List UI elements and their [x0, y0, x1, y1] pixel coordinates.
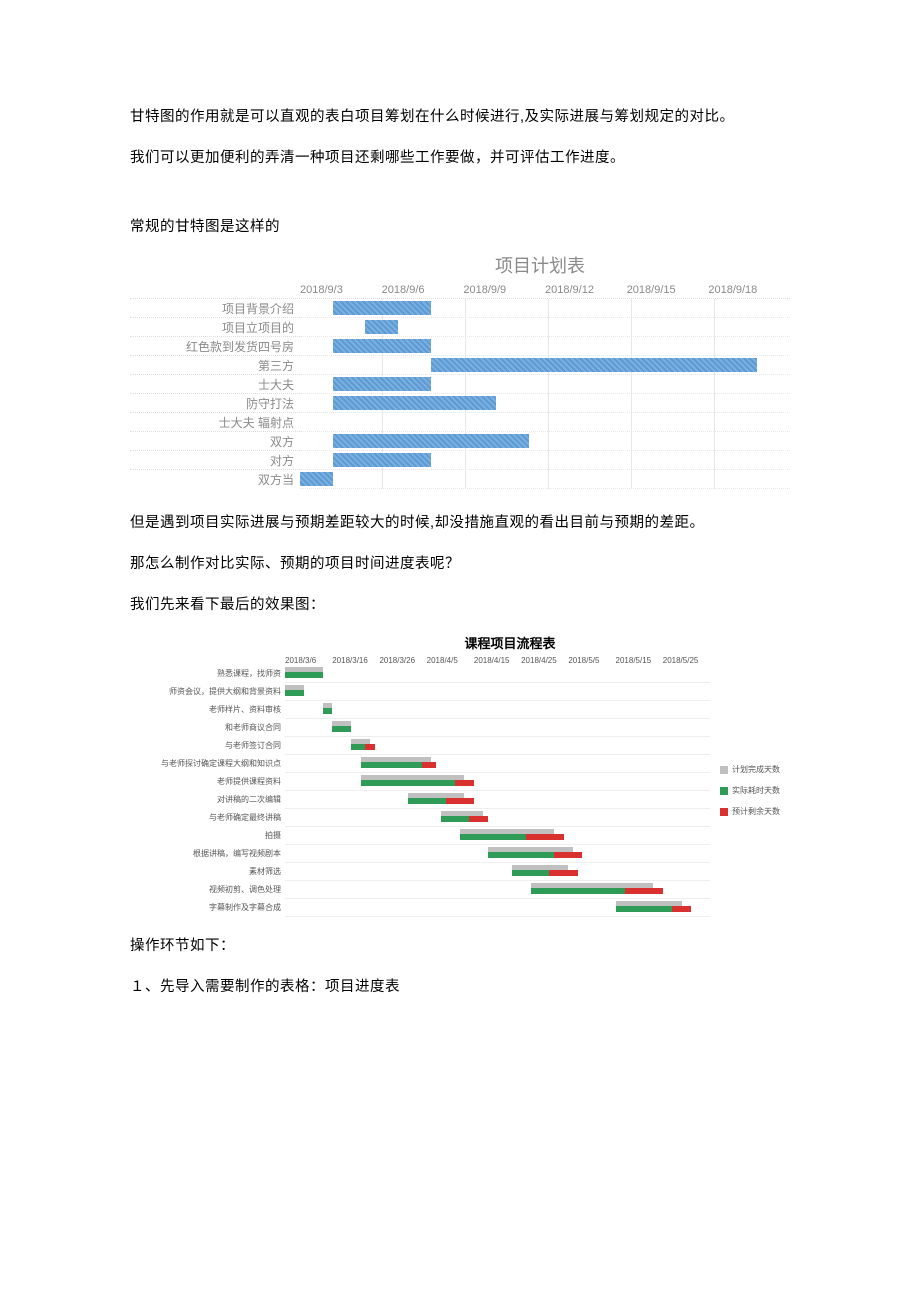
chart2-bar-remain [365, 744, 374, 750]
chart1-category-label: 项目背景介绍 [130, 300, 300, 317]
chart2-bar-actual [323, 708, 332, 714]
chart1-bar [300, 472, 333, 486]
chart2-bar-remain [455, 780, 474, 786]
chart1-bar [333, 396, 496, 410]
gantt-chart-1: 项目计划表 2018/9/32018/9/62018/9/92018/9/122… [130, 252, 790, 488]
chart2-title: 课程项目流程表 [230, 633, 790, 652]
chart2-bar-actual [285, 690, 304, 696]
chart1-x-axis: 2018/9/32018/9/62018/9/92018/9/122018/9/… [300, 284, 790, 296]
chart1-category-label: 第三方 [130, 357, 300, 374]
chart2-legend: 计划完成天数 实际耗时天数 预计剩余天数 [710, 665, 790, 917]
chart2-category-label: 老师提供课程资料 [130, 776, 285, 787]
chart2-bar-actual [285, 672, 323, 678]
chart2-category-label: 师资会议，提供大纲和背景资料 [130, 686, 285, 697]
paragraph-7: 操作环节如下： [130, 929, 790, 964]
chart2-bar-actual [531, 888, 625, 894]
chart1-category-label: 项目立项目的 [130, 319, 300, 336]
chart2-bar-actual [488, 852, 554, 858]
chart2-category-label: 素材筛选 [130, 866, 285, 877]
chart2-bar-actual [408, 798, 446, 804]
chart1-rows: 项目背景介绍项目立项目的红色款到发货四号房第三方士大夫防守打法士大夫 辐射点双方… [130, 298, 790, 488]
chart2-category-label: 老师样片、资料审核 [130, 704, 285, 715]
chart1-category-label: 双方 [130, 433, 300, 450]
paragraph-3: 常规的甘特图是这样的 [130, 210, 790, 245]
chart2-category-label: 根据讲稿，编写视频剧本 [130, 848, 285, 859]
paragraph-6: 我们先来看下最后的效果图： [130, 588, 790, 623]
chart2-category-label: 与老师签订合同 [130, 740, 285, 751]
chart2-bar-actual [361, 762, 422, 768]
chart2-bar-remain [526, 834, 564, 840]
chart1-title: 项目计划表 [290, 252, 790, 278]
chart2-category-label: 和老师商议合同 [130, 722, 285, 733]
chart2-bar-remain [672, 906, 691, 912]
chart2-category-label: 字幕制作及字幕合成 [130, 902, 285, 913]
paragraph-4: 但是遇到项目实际进展与预期差距较大的时候,却没措施直观的看出目前与预期的差距。 [130, 506, 790, 541]
chart1-bar [333, 301, 431, 315]
legend-actual: 实际耗时天数 [720, 785, 790, 796]
chart1-category-label: 对方 [130, 452, 300, 469]
chart2-bar-actual [512, 870, 550, 876]
chart2-bar-actual [460, 834, 526, 840]
chart2-category-label: 熟悉课程，找师资 [130, 668, 285, 679]
chart1-bar [333, 377, 431, 391]
paragraph-2: 我们可以更加便利的弄清一种项目还剩哪些工作要做，并可评估工作进度。 [130, 141, 790, 176]
chart1-bar [333, 434, 529, 448]
chart2-bar-remain [549, 870, 577, 876]
chart1-category-label: 士大夫 [130, 376, 300, 393]
paragraph-1: 甘特图的作用就是可以直观的表白项目筹划在什么时候进行,及实际进展与筹划规定的对比… [130, 100, 790, 135]
paragraph-5: 那怎么制作对比实际、预期的项目时间进度表呢？ [130, 547, 790, 582]
gantt-chart-2: 课程项目流程表 2018/3/62018/3/162018/3/262018/4… [130, 633, 790, 917]
legend-remain: 预计剩余天数 [720, 806, 790, 817]
chart2-bar-actual [616, 906, 673, 912]
chart2-category-label: 拍摄 [130, 830, 285, 841]
chart2-bar-actual [332, 726, 351, 732]
legend-plan: 计划完成天数 [720, 764, 790, 775]
chart2-bar-remain [422, 762, 436, 768]
chart1-bar [431, 358, 758, 372]
chart2-rows: 熟悉课程，找师资师资会议，提供大纲和背景资料老师样片、资料审核和老师商议合同与老… [130, 665, 710, 917]
chart2-bar-remain [625, 888, 663, 894]
chart1-category-label: 防守打法 [130, 395, 300, 412]
chart1-bar [333, 339, 431, 353]
chart2-bar-actual [351, 744, 365, 750]
chart1-bar [333, 453, 431, 467]
chart2-bar-actual [441, 816, 469, 822]
paragraph-8: １、先导入需要制作的表格：项目进度表 [130, 970, 790, 1005]
chart2-category-label: 与老师确定最终讲稿 [130, 812, 285, 823]
chart2-bar-remain [554, 852, 582, 858]
chart2-category-label: 视频初剪、调色处理 [130, 884, 285, 895]
chart2-bar-actual [361, 780, 455, 786]
chart2-bar-remain [469, 816, 488, 822]
chart1-category-label: 双方当 [130, 471, 300, 488]
chart2-category-label: 与老师探讨确定课程大纲和知识点 [130, 758, 285, 769]
chart1-category-label: 红色款到发货四号房 [130, 338, 300, 355]
chart1-bar [365, 320, 398, 334]
chart2-category-label: 对讲稿的二次编辑 [130, 794, 285, 805]
chart1-category-label: 士大夫 辐射点 [130, 414, 300, 431]
chart2-bar-remain [446, 798, 474, 804]
